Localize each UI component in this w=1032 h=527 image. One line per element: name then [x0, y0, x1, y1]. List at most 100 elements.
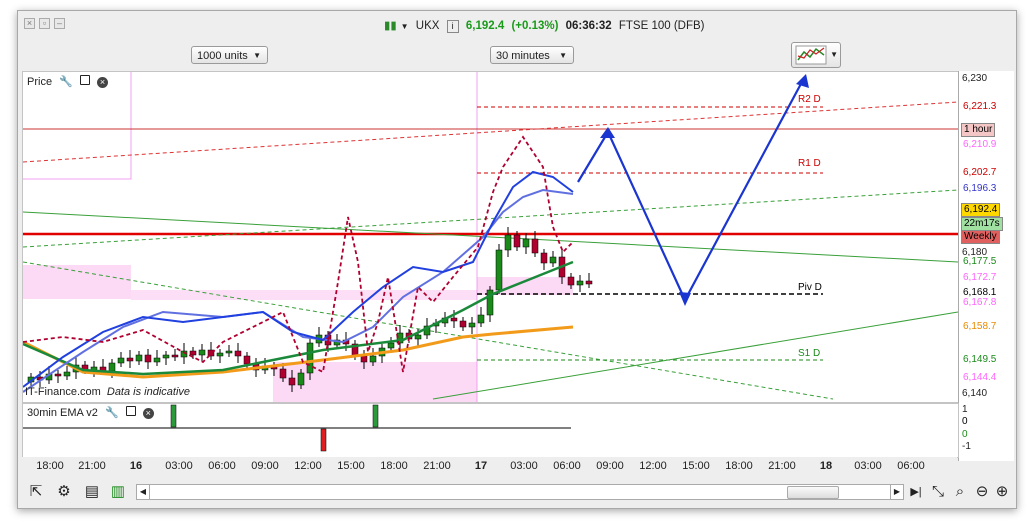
- candle: [216, 352, 224, 357]
- price-level-tag: 6,192.4: [961, 203, 1001, 217]
- candle: [540, 252, 548, 264]
- indicator-pane[interactable]: 30min EMA v2 🔧 ×: [22, 403, 959, 458]
- candle: [585, 280, 593, 285]
- price-level-tag: 6,144.4: [961, 372, 999, 384]
- maximize-pane-icon[interactable]: [125, 406, 136, 419]
- price-level-tag: 6,149.5: [961, 354, 999, 366]
- instrument-change: (+0.13%): [511, 20, 559, 32]
- time-tick-label: 09:00: [251, 460, 279, 472]
- market-name: FTSE 100 (DFB): [618, 20, 705, 32]
- price-level-tag: 6,221.3: [961, 101, 999, 113]
- wrench-icon[interactable]: 🔧: [59, 75, 73, 88]
- candle: [522, 238, 530, 248]
- price-axis[interactable]: 6,230 6,180 6,140 6,221.3 1 hour 6,210.9 6,20…: [958, 71, 1014, 461]
- candle: [108, 362, 116, 372]
- maximize-pane-icon[interactable]: [79, 75, 90, 88]
- level-label-r2: R2 D: [798, 94, 821, 105]
- time-tick-label: 15:00: [337, 460, 365, 472]
- price-level-tag: 6,172.7: [961, 272, 999, 284]
- candle: [126, 357, 134, 362]
- indicator-bar-up: [372, 404, 379, 428]
- time-tick-label: 12:00: [639, 460, 667, 472]
- candle: [468, 322, 476, 328]
- time-tick-label: 03:00: [510, 460, 538, 472]
- scrollbar-thumb[interactable]: [787, 486, 839, 499]
- clock-time: 06:36:32: [565, 20, 612, 32]
- time-tick-label: 06:00: [208, 460, 236, 472]
- indicator-tick-label: -1: [962, 441, 971, 452]
- time-tick-label: 03:00: [165, 460, 193, 472]
- candle: [414, 334, 422, 340]
- time-tick-label: 18:00: [380, 460, 408, 472]
- candle: [117, 357, 125, 364]
- chart-type-button[interactable]: ▼: [791, 42, 841, 68]
- chevron-down-icon: ▼: [830, 50, 838, 59]
- candle: [369, 355, 377, 363]
- indicator-tick-label: 0: [962, 416, 968, 427]
- zoom-fit-icon[interactable]: ⌕: [950, 482, 970, 502]
- candle: [135, 354, 143, 362]
- horizontal-scrollbar[interactable]: ◀ ▶: [136, 484, 904, 500]
- price-level-tag: 1 hour: [961, 123, 996, 137]
- price-pane-header: Price 🔧 ×: [27, 75, 108, 88]
- candle: [153, 357, 161, 363]
- close-pane-icon[interactable]: ×: [96, 76, 108, 88]
- candle: [360, 355, 368, 363]
- minimize-window-button[interactable]: –: [54, 18, 65, 29]
- indicator-pane-header: 30min EMA v2 🔧 ×: [27, 406, 154, 419]
- wrench-icon[interactable]: 🔧: [105, 406, 119, 419]
- projection-arrowhead: [796, 74, 809, 88]
- price-level-tag: Weekly: [961, 230, 1000, 244]
- candle: [567, 276, 575, 286]
- chevron-down-icon[interactable]: ▼: [401, 22, 409, 31]
- candle: [243, 355, 251, 365]
- interval-select[interactable]: 30 minutes ▼: [490, 46, 574, 64]
- time-tick-label: 12:00: [294, 460, 322, 472]
- time-tick-label: 18: [819, 460, 833, 472]
- candle: [495, 249, 503, 291]
- price-pane-label: Price: [27, 76, 53, 88]
- candle: [504, 234, 512, 251]
- candle: [531, 238, 539, 254]
- instrument-price: 6,192.4: [465, 20, 505, 32]
- price-level-tag: 6,177.5: [961, 256, 999, 268]
- scroll-end-icon[interactable]: ▶|: [906, 482, 926, 502]
- info-icon[interactable]: i: [446, 20, 459, 33]
- title-bar: × ▫ – ▮▮ ▼ UKX i 6,192.4 (+0.13%) 06:36:3…: [18, 11, 1016, 39]
- time-tick-label: 06:00: [553, 460, 581, 472]
- price-level-tag: 6,196.3: [961, 183, 999, 195]
- data-indicative-note: IT-Finance.com Data is indicative: [25, 386, 190, 398]
- trendline: [23, 211, 958, 263]
- export-icon[interactable]: ⇱: [26, 482, 46, 502]
- time-axis: 18:00 21:00 16 03:00 06:00 09:00 12:00 15:00 18:…: [22, 457, 957, 475]
- price-tick-label: 6,230: [962, 73, 988, 84]
- candle: [450, 317, 458, 322]
- scroll-right-button[interactable]: ▶: [890, 485, 903, 499]
- close-window-button[interactable]: ×: [24, 18, 35, 29]
- restore-window-button[interactable]: ▫: [39, 18, 50, 29]
- time-tick-label: 03:00: [854, 460, 882, 472]
- settings-icon[interactable]: ⚙: [54, 482, 74, 502]
- candle: [297, 372, 305, 386]
- time-tick-label: 18:00: [36, 460, 64, 472]
- candle: [171, 354, 179, 358]
- candles-icon[interactable]: ▥: [108, 482, 128, 502]
- chevron-down-icon: ▼: [253, 51, 261, 60]
- scroll-left-button[interactable]: ◀: [137, 485, 150, 499]
- units-select[interactable]: 1000 units ▼: [191, 46, 268, 64]
- candle: [477, 314, 485, 324]
- candle: [63, 371, 71, 377]
- price-chart-area[interactable]: Price 🔧 × IT-Finance.com Data is indicat…: [22, 71, 959, 403]
- document-icon[interactable]: ▤: [82, 482, 102, 502]
- candle: [279, 368, 287, 379]
- shrink-icon[interactable]: ⤡: [928, 482, 948, 502]
- zoom-out-icon[interactable]: ⊖: [972, 482, 992, 502]
- indicator-bar-down: [320, 428, 327, 452]
- zoom-in-icon[interactable]: ⊕: [992, 482, 1012, 502]
- indicator-chart[interactable]: [23, 404, 958, 457]
- price-level-tag: 6,210.9: [961, 139, 999, 151]
- candle: [459, 320, 467, 328]
- pivot-outline: [23, 72, 132, 180]
- close-pane-icon[interactable]: ×: [142, 407, 154, 419]
- candlestick-icon[interactable]: ▮▮: [384, 20, 397, 32]
